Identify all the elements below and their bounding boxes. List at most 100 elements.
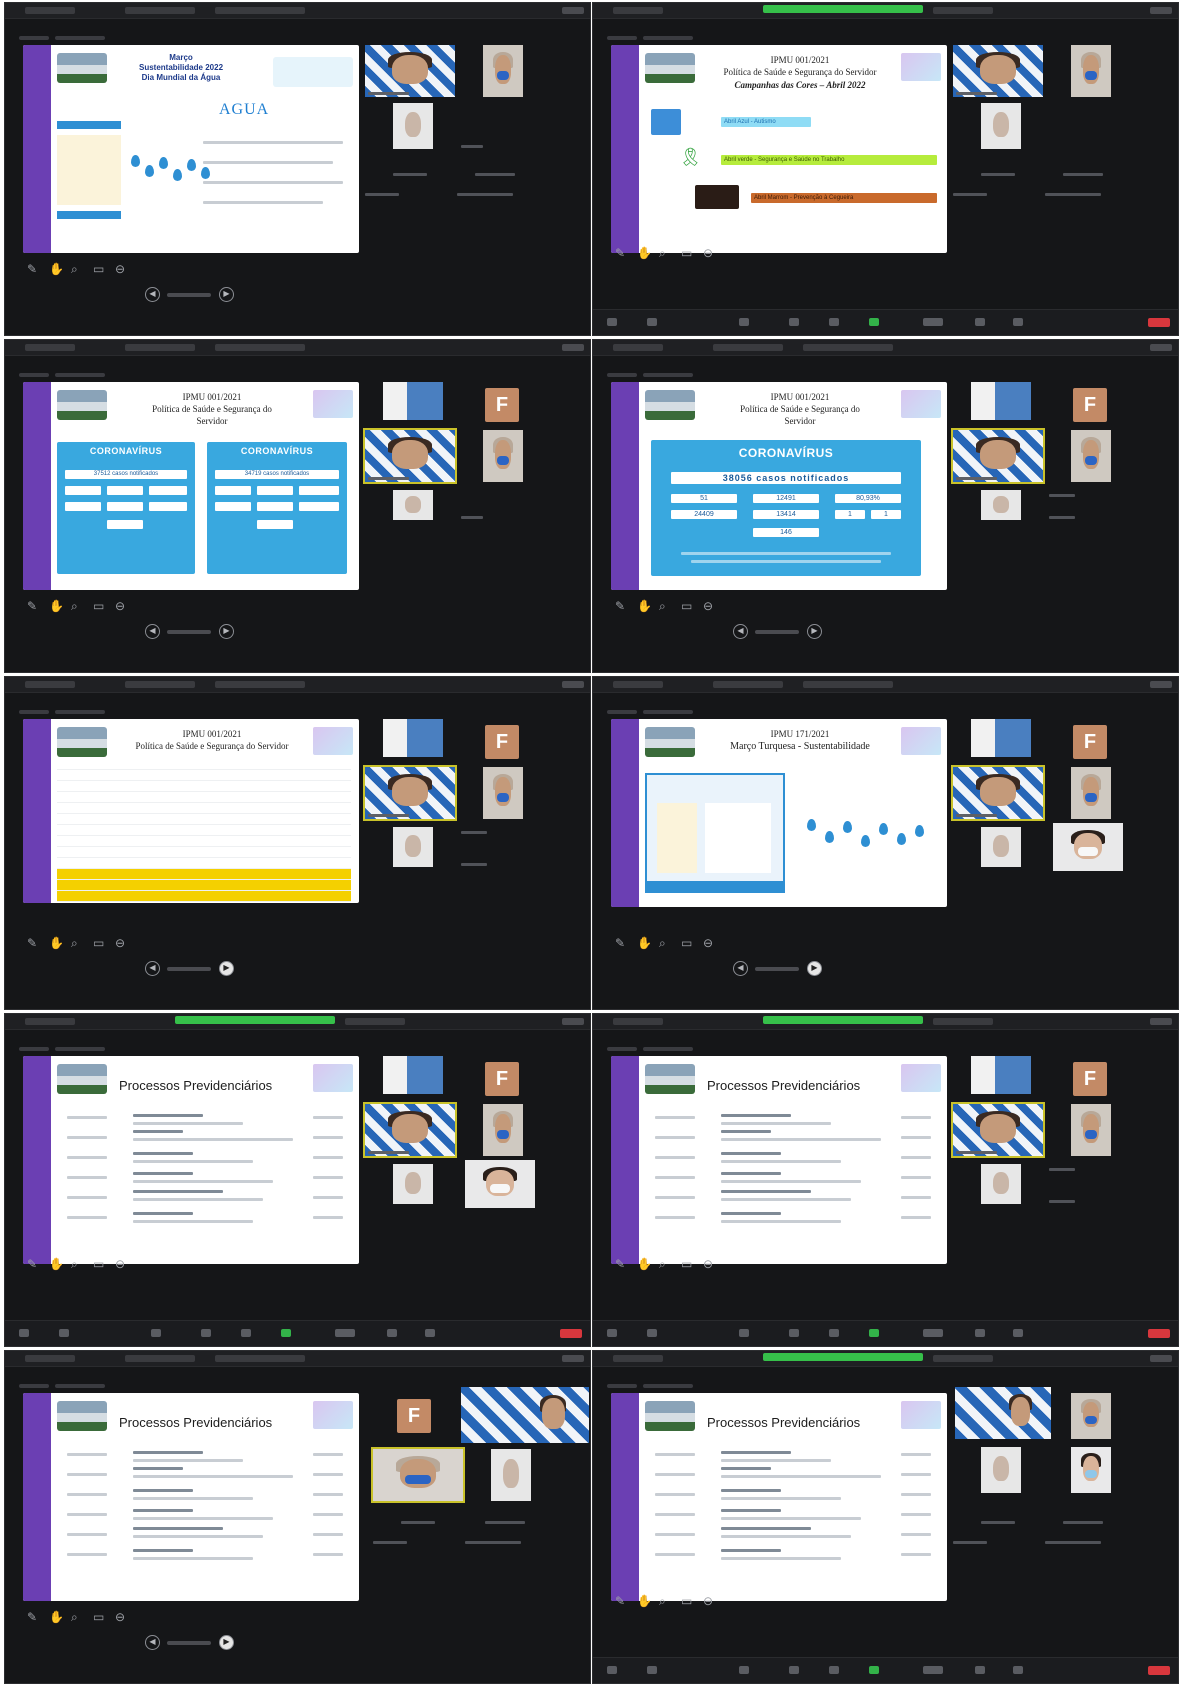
- minus-icon[interactable]: ⊖: [703, 598, 713, 614]
- participant-video[interactable]: [383, 382, 443, 420]
- participant-video[interactable]: [1071, 1104, 1111, 1156]
- participant-video[interactable]: [1071, 45, 1111, 97]
- participant-video[interactable]: [393, 103, 433, 149]
- hand-icon[interactable]: ✋: [637, 245, 652, 261]
- prev-slide-icon[interactable]: ◀: [733, 624, 748, 639]
- participant-video[interactable]: [371, 1447, 465, 1503]
- participant-video[interactable]: [951, 765, 1045, 821]
- participant-video[interactable]: [491, 1449, 531, 1501]
- hand-icon[interactable]: ✋: [49, 935, 64, 951]
- prev-slide-icon[interactable]: ◀: [733, 961, 748, 976]
- minus-icon[interactable]: ⊖: [115, 1609, 125, 1625]
- prev-slide-icon[interactable]: ◀: [145, 1635, 160, 1650]
- zoom-icon[interactable]: ⌕: [659, 1593, 666, 1609]
- next-slide-icon[interactable]: ▶: [219, 1635, 234, 1650]
- participant-video[interactable]: [393, 490, 433, 520]
- participant-video[interactable]: [483, 1104, 523, 1156]
- participant-video[interactable]: [971, 719, 1031, 757]
- screen-icon[interactable]: ▭: [681, 935, 692, 951]
- participant-video[interactable]: [393, 1164, 433, 1204]
- participant-video[interactable]: [951, 428, 1045, 484]
- pen-icon[interactable]: ✎: [27, 1609, 37, 1625]
- minus-icon[interactable]: ⊖: [703, 1256, 713, 1272]
- participant-avatar[interactable]: F: [1073, 1062, 1107, 1096]
- screen-icon[interactable]: ▭: [93, 1609, 104, 1625]
- participant-avatar[interactable]: F: [485, 388, 519, 422]
- screen-icon[interactable]: ▭: [93, 1256, 104, 1272]
- participant-video[interactable]: [981, 103, 1021, 149]
- participant-video[interactable]: [483, 767, 523, 819]
- next-slide-icon[interactable]: ▶: [807, 961, 822, 976]
- participant-video[interactable]: [461, 1387, 589, 1443]
- prev-slide-icon[interactable]: ◀: [145, 287, 160, 302]
- hand-icon[interactable]: ✋: [49, 1256, 64, 1272]
- leave-meeting-button[interactable]: [1148, 318, 1170, 327]
- minus-icon[interactable]: ⊖: [703, 935, 713, 951]
- minus-icon[interactable]: ⊖: [115, 1256, 125, 1272]
- next-slide-icon[interactable]: ▶: [807, 624, 822, 639]
- zoom-icon[interactable]: ⌕: [71, 598, 78, 614]
- screen-icon[interactable]: ▭: [681, 1256, 692, 1272]
- screen-icon[interactable]: ▭: [93, 935, 104, 951]
- next-slide-icon[interactable]: ▶: [219, 961, 234, 976]
- leave-meeting-button[interactable]: [1148, 1666, 1170, 1675]
- participant-video[interactable]: [981, 1164, 1021, 1204]
- participant-video[interactable]: [363, 1102, 457, 1158]
- participant-video[interactable]: [981, 1447, 1021, 1493]
- participant-video[interactable]: [971, 1056, 1031, 1094]
- minus-icon[interactable]: ⊖: [115, 261, 125, 277]
- hand-icon[interactable]: ✋: [49, 598, 64, 614]
- participant-video[interactable]: [383, 1056, 443, 1094]
- zoom-icon[interactable]: ⌕: [71, 1256, 78, 1272]
- pen-icon[interactable]: ✎: [615, 935, 625, 951]
- participant-video[interactable]: [971, 382, 1031, 420]
- hand-icon[interactable]: ✋: [637, 1593, 652, 1609]
- pen-icon[interactable]: ✎: [615, 245, 625, 261]
- participant-avatar[interactable]: F: [485, 1062, 519, 1096]
- minus-icon[interactable]: ⊖: [115, 598, 125, 614]
- participant-video[interactable]: [953, 45, 1043, 97]
- zoom-icon[interactable]: ⌕: [659, 935, 666, 951]
- participant-video[interactable]: [951, 1102, 1045, 1158]
- hand-icon[interactable]: ✋: [49, 261, 64, 277]
- hand-icon[interactable]: ✋: [637, 598, 652, 614]
- prev-slide-icon[interactable]: ◀: [145, 961, 160, 976]
- participant-avatar[interactable]: F: [1073, 388, 1107, 422]
- participant-video[interactable]: [981, 827, 1021, 867]
- next-slide-icon[interactable]: ▶: [219, 287, 234, 302]
- minus-icon[interactable]: ⊖: [703, 245, 713, 261]
- hand-icon[interactable]: ✋: [49, 1609, 64, 1625]
- screen-icon[interactable]: ▭: [93, 598, 104, 614]
- participant-video[interactable]: [483, 430, 523, 482]
- pen-icon[interactable]: ✎: [27, 261, 37, 277]
- minus-icon[interactable]: ⊖: [115, 935, 125, 951]
- hand-icon[interactable]: ✋: [637, 1256, 652, 1272]
- participant-video[interactable]: [483, 45, 523, 97]
- participant-video[interactable]: [393, 827, 433, 867]
- participant-video[interactable]: [363, 765, 457, 821]
- participant-video[interactable]: [465, 1160, 535, 1208]
- screen-icon[interactable]: ▭: [681, 245, 692, 261]
- participant-video[interactable]: [365, 45, 455, 97]
- leave-meeting-button[interactable]: [560, 1329, 582, 1338]
- participant-video[interactable]: [955, 1387, 1051, 1439]
- prev-slide-icon[interactable]: ◀: [145, 624, 160, 639]
- zoom-icon[interactable]: ⌕: [659, 598, 666, 614]
- pen-icon[interactable]: ✎: [615, 1593, 625, 1609]
- pen-icon[interactable]: ✎: [615, 1256, 625, 1272]
- screen-icon[interactable]: ▭: [681, 598, 692, 614]
- screen-icon[interactable]: ▭: [93, 261, 104, 277]
- zoom-icon[interactable]: ⌕: [659, 1256, 666, 1272]
- zoom-icon[interactable]: ⌕: [71, 1609, 78, 1625]
- pen-icon[interactable]: ✎: [615, 598, 625, 614]
- zoom-icon[interactable]: ⌕: [71, 935, 78, 951]
- participant-video[interactable]: [1071, 1393, 1111, 1439]
- next-slide-icon[interactable]: ▶: [219, 624, 234, 639]
- participant-video[interactable]: [1071, 767, 1111, 819]
- screen-icon[interactable]: ▭: [681, 1593, 692, 1609]
- participant-avatar[interactable]: F: [397, 1399, 431, 1433]
- zoom-icon[interactable]: ⌕: [71, 261, 78, 277]
- pen-icon[interactable]: ✎: [27, 1256, 37, 1272]
- leave-meeting-button[interactable]: [1148, 1329, 1170, 1338]
- participant-video[interactable]: [383, 719, 443, 757]
